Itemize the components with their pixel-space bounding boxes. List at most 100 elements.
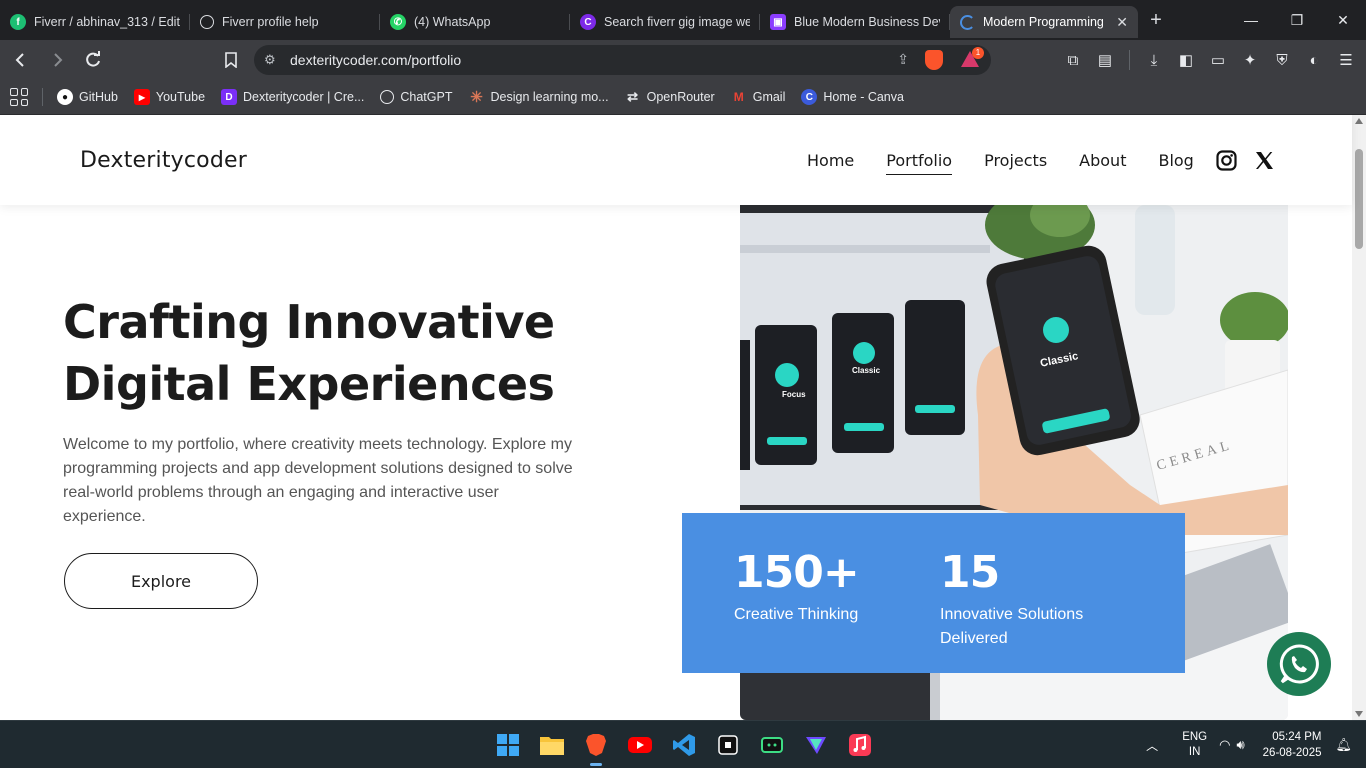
- profile-icon[interactable]: ◐: [1304, 50, 1324, 70]
- bookmark-openrouter[interactable]: ⇄ OpenRouter: [625, 89, 715, 105]
- bookmark-dexteritycoder[interactable]: D Dexteritycoder | Cre...: [221, 89, 364, 105]
- vscode-icon[interactable]: [668, 729, 700, 761]
- roblox-studio-icon[interactable]: [712, 729, 744, 761]
- hero-title-line-1: Crafting Innovative: [63, 295, 555, 349]
- hero-title: Crafting Innovative Digital Experiences: [63, 291, 623, 415]
- apps-grid-icon[interactable]: [10, 88, 28, 106]
- reader-mode-icon[interactable]: ▤: [1095, 50, 1115, 70]
- tab-canva-design[interactable]: ▣ Blue Modern Business Dev: [760, 6, 950, 38]
- download-icon[interactable]: ⤓: [1144, 50, 1164, 70]
- vpn-icon[interactable]: ⛨: [1272, 50, 1292, 70]
- share-icon[interactable]: ⇪: [897, 51, 909, 68]
- bookmark-design-learning[interactable]: ✳ Design learning mo...: [468, 89, 609, 106]
- whatsapp-icon: [1279, 644, 1319, 684]
- extensions-icon[interactable]: ⧉: [1063, 50, 1083, 70]
- volume-icon[interactable]: 🔊︎: [1236, 737, 1244, 753]
- reload-icon[interactable]: [78, 45, 108, 75]
- brave-shields-icon[interactable]: [925, 50, 943, 70]
- youtube-app-icon[interactable]: [624, 729, 656, 761]
- tab-title: (4) WhatsApp: [414, 15, 491, 29]
- bookmark-icon[interactable]: [216, 45, 246, 75]
- bookmark-gmail[interactable]: M Gmail: [731, 89, 786, 105]
- windows-start-icon[interactable]: [492, 729, 524, 761]
- bookmark-label: GitHub: [79, 90, 118, 104]
- site-logo[interactable]: Dexteritycoder: [80, 148, 247, 173]
- instagram-icon[interactable]: [1215, 149, 1237, 171]
- screen-app-1-label: Focus: [782, 390, 806, 399]
- bookmark-label: Design learning mo...: [490, 90, 609, 104]
- scroll-down-arrow[interactable]: [1355, 711, 1363, 717]
- nav-about[interactable]: About: [1079, 151, 1126, 170]
- explore-button[interactable]: Explore: [64, 553, 258, 609]
- bookmark-github[interactable]: ● GitHub: [57, 89, 118, 105]
- hero-description: Welcome to my portfolio, where creativit…: [63, 436, 573, 525]
- new-tab-button[interactable]: +: [1138, 9, 1174, 32]
- stats-panel: 150+ Creative Thinking 15 Innovative Sol…: [682, 513, 1185, 673]
- page-scrollbar[interactable]: [1352, 115, 1366, 720]
- stat-number: 150+: [734, 547, 860, 598]
- menu-icon[interactable]: ☰: [1336, 50, 1356, 70]
- windows-taskbar: ︿ ENG IN ◠ 🔊︎ 05:24 PM 26-08-2025 🔔︎: [0, 720, 1366, 768]
- bookmark-label: Gmail: [752, 90, 786, 104]
- apple-music-icon[interactable]: [844, 729, 876, 761]
- stat-creative: 150+ Creative Thinking: [734, 547, 914, 627]
- stat-number: 15: [940, 547, 1000, 598]
- forward-icon[interactable]: [42, 45, 72, 75]
- openrouter-icon: ⇄: [627, 89, 639, 104]
- gmail-icon: M: [733, 90, 744, 104]
- whatsapp-icon: ✆: [390, 14, 406, 30]
- tab-canva-search[interactable]: C Search fiverr gig image web: [570, 6, 760, 38]
- close-tab-icon[interactable]: ✕: [1116, 14, 1128, 31]
- x-twitter-icon[interactable]: [1253, 149, 1275, 171]
- tab-modern-programming[interactable]: Modern Programming ✕: [950, 6, 1138, 38]
- tab-whatsapp[interactable]: ✆ (4) WhatsApp: [380, 6, 570, 38]
- main-nav: Home Portfolio Projects About Blog: [807, 151, 1194, 175]
- scroll-thumb[interactable]: [1355, 149, 1363, 249]
- leo-ai-icon[interactable]: ✦: [1240, 50, 1260, 70]
- nav-blog[interactable]: Blog: [1158, 151, 1193, 170]
- brave-browser-icon[interactable]: [580, 729, 612, 766]
- tab-fiverr[interactable]: f Fiverr / abhinav_313 / Edit: [0, 6, 190, 38]
- system-tray: ︿ ENG IN ◠ 🔊︎ 05:24 PM 26-08-2025 🔔︎: [1146, 721, 1366, 768]
- bookmark-chatgpt[interactable]: ChatGPT: [380, 90, 452, 104]
- bookmark-youtube[interactable]: ▶ YouTube: [133, 89, 206, 105]
- back-icon[interactable]: [6, 45, 36, 75]
- site-header: Dexteritycoder Home Portfolio Projects A…: [0, 115, 1352, 205]
- clock-date: 26-08-2025: [1262, 747, 1322, 759]
- bookmark-label: YouTube: [155, 90, 206, 104]
- hero-title-line-2: Digital Experiences: [63, 357, 555, 411]
- wifi-icon[interactable]: ◠: [1219, 737, 1230, 753]
- stat-solutions: 15 Innovative Solutions Delivered: [940, 547, 1120, 651]
- loading-icon: [960, 14, 975, 30]
- file-explorer-icon[interactable]: [536, 729, 568, 761]
- android-studio-icon[interactable]: [756, 729, 788, 761]
- url-text: dexteritycoder.com/portfolio: [290, 52, 462, 68]
- toolbar: ⚙ dexteritycoder.com/portfolio ⇪ 1 ⧉ ▤ ⤓…: [0, 40, 1366, 80]
- wallet-icon[interactable]: ▭: [1208, 50, 1228, 70]
- sidebar-icon[interactable]: ◧: [1176, 50, 1196, 70]
- address-bar[interactable]: ⚙ dexteritycoder.com/portfolio ⇪ 1: [254, 45, 991, 75]
- site-settings-icon[interactable]: ⚙: [264, 52, 276, 68]
- social-links: [1215, 149, 1275, 171]
- minimize-icon[interactable]: —: [1228, 0, 1274, 40]
- bookmark-canva[interactable]: C Home - Canva: [801, 89, 904, 105]
- tab-fiverr-help[interactable]: Fiverr profile help: [190, 6, 380, 38]
- fiverr-icon: f: [10, 14, 26, 30]
- restore-icon[interactable]: ❐: [1274, 0, 1320, 40]
- bookmark-label: Dexteritycoder | Cre...: [243, 90, 365, 104]
- stat-label: Creative Thinking: [734, 606, 859, 623]
- proton-vpn-icon[interactable]: [800, 729, 832, 761]
- whatsapp-float-button[interactable]: [1267, 632, 1331, 696]
- nav-home[interactable]: Home: [807, 151, 854, 170]
- notifications-bell-icon[interactable]: 🔔︎: [1335, 737, 1352, 753]
- nav-portfolio[interactable]: Portfolio: [886, 151, 952, 175]
- nav-projects[interactable]: Projects: [984, 151, 1047, 170]
- close-window-icon[interactable]: ✕: [1320, 0, 1366, 40]
- clock[interactable]: 05:24 PM 26-08-2025: [1263, 729, 1322, 761]
- chevron-up-icon[interactable]: ︿: [1146, 737, 1158, 754]
- toolbar-divider: [1129, 50, 1130, 70]
- tab-title: Modern Programming: [983, 15, 1104, 29]
- scroll-up-arrow[interactable]: [1355, 118, 1363, 124]
- language-indicator[interactable]: ENG IN: [1182, 730, 1207, 760]
- page-viewport: Dexteritycoder Home Portfolio Projects A…: [0, 115, 1366, 720]
